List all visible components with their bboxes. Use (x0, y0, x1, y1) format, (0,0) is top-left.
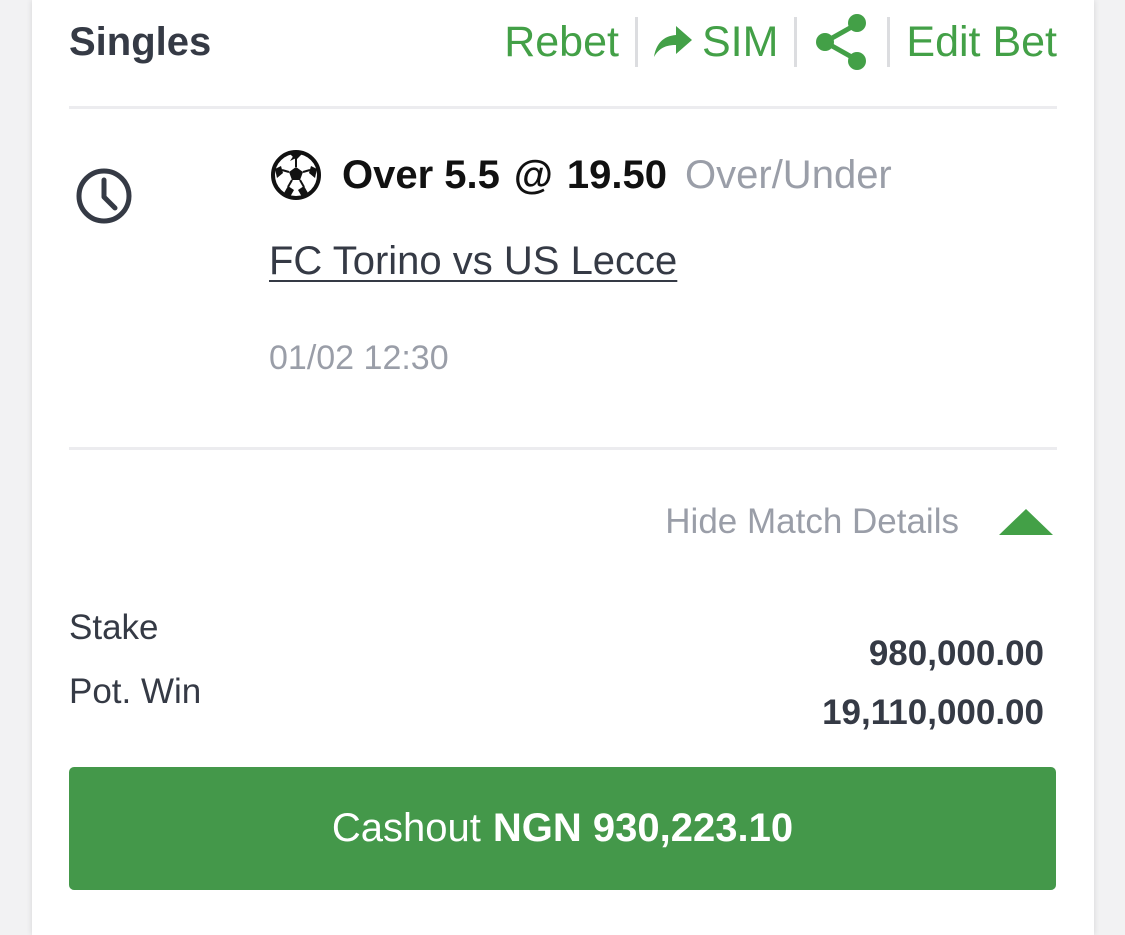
odds-separator: @ (513, 152, 553, 197)
hide-match-details-label: Hide Match Details (665, 502, 959, 541)
share-arrow-icon (653, 26, 692, 57)
soccer-ball-icon (271, 150, 321, 200)
odds-value: 19.50 (566, 152, 668, 197)
market-name: Over/Under (685, 152, 892, 197)
edit-bet-button[interactable]: Edit Bet (906, 18, 1057, 67)
rebet-button[interactable]: Rebet (504, 18, 619, 67)
divider (887, 17, 891, 67)
sim-label: SIM (701, 17, 779, 66)
header-actions: Rebet SIM Edit Bet (504, 12, 1057, 72)
bet-header: Singles Rebet SIM Edit Bet (69, 0, 1057, 109)
cashout-button[interactable]: Cashout NGN 930,223.10 (69, 767, 1056, 890)
bet-selection: Over 5.5 @ 19.50 Over/Under FC Torino vs… (69, 109, 1057, 450)
rebet-label: Rebet (504, 17, 619, 66)
hide-match-details-toggle[interactable]: Hide Match Details (600, 500, 1053, 544)
match-link[interactable]: FC Torino vs US Lecce (269, 239, 677, 284)
collapse-triangle-icon (999, 509, 1053, 535)
sim-button[interactable]: SIM (653, 17, 779, 67)
cashout-amount: NGN 930,223.10 (492, 806, 794, 850)
clock-icon (76, 168, 132, 224)
match-datetime: 01/02 12:30 (269, 339, 449, 377)
stake-value: 980,000.00 (868, 634, 1044, 673)
share-button[interactable] (813, 12, 871, 72)
divider (794, 17, 798, 67)
stake-label: Stake (69, 608, 159, 647)
selection-name: Over 5.5 (342, 152, 500, 197)
share-icon (816, 14, 867, 70)
pot-win-label: Pot. Win (69, 672, 202, 711)
selection-line: Over 5.5 @ 19.50 Over/Under (270, 149, 892, 201)
edit-bet-label: Edit Bet (906, 17, 1057, 66)
divider (634, 17, 638, 67)
pot-win-value: 19,110,000.00 (822, 693, 1044, 732)
bet-type-title: Singles (69, 20, 212, 64)
cashout-label: Cashout (331, 806, 481, 850)
